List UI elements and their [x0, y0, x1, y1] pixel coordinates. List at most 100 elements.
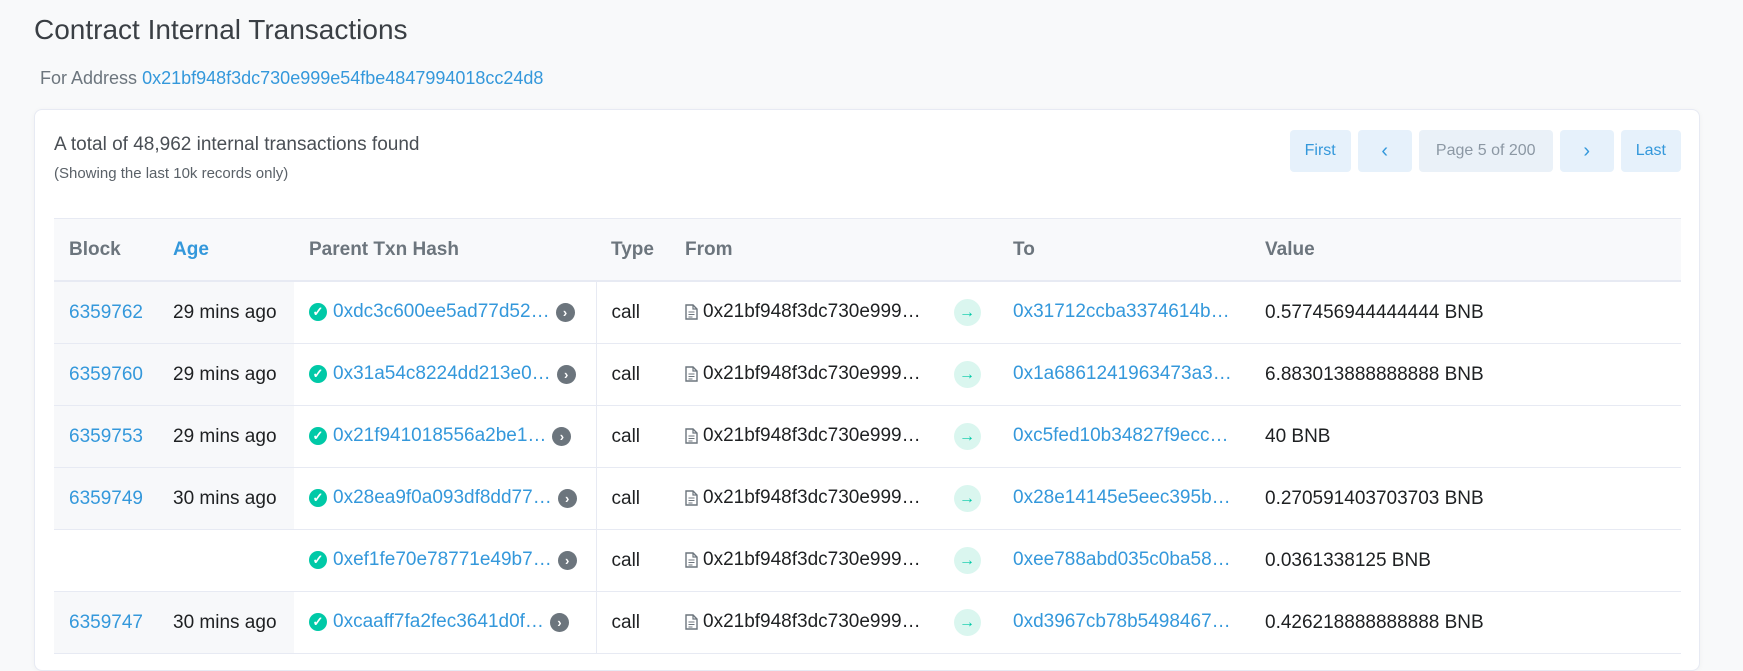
parent-hash-link[interactable]: 0xdc3c600ee5ad77d52…	[333, 301, 550, 323]
document-icon	[685, 490, 698, 507]
last-page-button[interactable]: Last	[1620, 130, 1681, 172]
chevron-right-circle-icon[interactable]: ›	[552, 426, 572, 446]
check-circle-icon: ✓	[309, 489, 327, 508]
age-cell: 30 mins ago	[158, 467, 294, 530]
block-cell: 6359762	[54, 281, 158, 344]
transactions-card: A total of 48,962 internal transactions …	[34, 109, 1700, 671]
table-row: ✓ 0xef1fe70e78771e49b7… › call 0x21bf948f3…	[54, 529, 1681, 592]
age-cell: 29 mins ago	[158, 281, 294, 344]
table-row: 6359760 29 mins ago ✓ 0x31a54c8224dd213e0…	[54, 343, 1681, 406]
type-cell: call	[596, 591, 670, 654]
arrow-right-icon: →	[953, 547, 981, 574]
chevron-right-circle-icon[interactable]: ›	[549, 612, 569, 632]
value-cell: 0.577456944444444 BNB	[1250, 281, 1681, 344]
block-link[interactable]: 6359762	[69, 302, 143, 323]
col-to: To	[998, 218, 1250, 282]
block-link[interactable]: 6359749	[69, 488, 143, 509]
parent-hash-link[interactable]: 0xcaaff7fa2fec3641d0f…	[333, 611, 544, 633]
to-cell: 0x1a6861241963473a3…	[998, 343, 1250, 406]
from-address: 0x21bf948f3dc730e999…	[703, 487, 921, 509]
to-cell: 0xc5fed10b34827f9ecc…	[998, 405, 1250, 468]
col-block: Block	[54, 218, 158, 282]
to-address-link[interactable]: 0xee788abd035c0ba58…	[1013, 549, 1231, 571]
arrow-cell: →	[936, 591, 998, 654]
next-page-button[interactable]: ›	[1559, 130, 1614, 172]
for-address-label: For Address	[40, 68, 138, 88]
type-cell: call	[596, 343, 670, 406]
value-cell: 0.0361338125 BNB	[1250, 529, 1681, 592]
document-icon	[685, 614, 698, 631]
value-cell: 0.426218888888888 BNB	[1250, 591, 1681, 654]
to-address-link[interactable]: 0x31712ccba3374614b…	[1013, 301, 1230, 323]
to-address-link[interactable]: 0x28e14145e5eec395b…	[1013, 487, 1231, 509]
document-icon	[685, 366, 698, 383]
from-address: 0x21bf948f3dc730e999…	[703, 549, 921, 571]
block-cell: 6359760	[54, 343, 158, 406]
parent-hash-link[interactable]: 0x31a54c8224dd213e0…	[333, 363, 551, 385]
page-indicator: Page 5 of 200	[1418, 130, 1553, 172]
col-arrow	[936, 218, 998, 282]
value-cell: 40 BNB	[1250, 405, 1681, 468]
to-address-link[interactable]: 0xc5fed10b34827f9ecc…	[1013, 425, 1229, 447]
check-circle-icon: ✓	[309, 365, 327, 384]
type-cell: call	[596, 281, 670, 344]
col-type: Type	[596, 218, 670, 282]
from-address: 0x21bf948f3dc730e999…	[703, 301, 921, 323]
table-row: 6359749 30 mins ago ✓ 0x28ea9f0a093df8dd7…	[54, 467, 1681, 530]
type-cell: call	[596, 529, 670, 592]
table-header: Block Age Parent Txn Hash Type From To V…	[54, 218, 1681, 282]
arrow-right-icon: →	[953, 423, 981, 450]
chevron-right-circle-icon[interactable]: ›	[557, 488, 577, 508]
block-cell: 6359753	[54, 405, 158, 468]
records-note: (Showing the last 10k records only)	[54, 165, 289, 182]
to-cell: 0xd3967cb78b5498467…	[998, 591, 1250, 654]
check-circle-icon: ✓	[309, 427, 327, 446]
parent-hash-link[interactable]: 0x21f941018556a2be1…	[333, 425, 546, 447]
table-row: 6359753 29 mins ago ✓ 0x21f941018556a2be1…	[54, 405, 1681, 468]
type-cell: call	[596, 405, 670, 468]
check-circle-icon: ✓	[309, 303, 327, 322]
from-cell: 0x21bf948f3dc730e999…	[670, 281, 936, 344]
value-cell: 0.270591403703703 BNB	[1250, 467, 1681, 530]
arrow-cell: →	[936, 405, 998, 468]
block-cell: 6359747	[54, 591, 158, 654]
block-link[interactable]: 6359760	[69, 364, 143, 385]
col-parent-hash: Parent Txn Hash	[294, 218, 596, 282]
to-address-link[interactable]: 0x1a6861241963473a3…	[1013, 363, 1232, 385]
address-link[interactable]: 0x21bf948f3dc730e999e54fbe4847994018cc24…	[142, 68, 543, 88]
parent-hash-cell: ✓ 0xcaaff7fa2fec3641d0f… ›	[294, 591, 597, 654]
arrow-cell: →	[936, 467, 998, 530]
from-cell: 0x21bf948f3dc730e999…	[670, 591, 936, 654]
from-cell: 0x21bf948f3dc730e999…	[670, 467, 936, 530]
arrow-right-icon: →	[953, 485, 981, 512]
parent-hash-cell: ✓ 0x21f941018556a2be1… ›	[294, 405, 597, 468]
document-icon	[685, 304, 698, 321]
parent-hash-cell: ✓ 0xef1fe70e78771e49b7… ›	[294, 529, 597, 592]
age-cell: 29 mins ago	[158, 343, 294, 406]
pagination: First ‹ Page 5 of 200 › Last	[1289, 130, 1681, 172]
age-cell: 29 mins ago	[158, 405, 294, 468]
parent-hash-cell: ✓ 0x28ea9f0a093df8dd77… ›	[294, 467, 597, 530]
to-cell: 0x28e14145e5eec395b…	[998, 467, 1250, 530]
arrow-cell: →	[936, 281, 998, 344]
first-page-button[interactable]: First	[1289, 130, 1351, 172]
for-address: For Address 0x21bf948f3dc730e999e54fbe48…	[40, 68, 543, 89]
table-row: 6359747 30 mins ago ✓ 0xcaaff7fa2fec3641d…	[54, 591, 1681, 654]
check-circle-icon: ✓	[309, 551, 327, 570]
chevron-right-circle-icon[interactable]: ›	[557, 550, 577, 570]
value-cell: 6.883013888888888 BNB	[1250, 343, 1681, 406]
chevron-right-circle-icon[interactable]: ›	[555, 302, 575, 322]
to-address-link[interactable]: 0xd3967cb78b5498467…	[1013, 611, 1231, 633]
parent-hash-cell: ✓ 0x31a54c8224dd213e0… ›	[294, 343, 597, 406]
parent-hash-link[interactable]: 0x28ea9f0a093df8dd77…	[333, 487, 552, 509]
prev-page-button[interactable]: ‹	[1357, 130, 1412, 172]
block-link[interactable]: 6359753	[69, 426, 143, 447]
check-circle-icon: ✓	[309, 613, 327, 632]
block-link[interactable]: 6359747	[69, 612, 143, 633]
col-from: From	[670, 218, 936, 282]
col-age[interactable]: Age	[158, 218, 294, 282]
page-title: Contract Internal Transactions	[34, 14, 408, 45]
chevron-right-circle-icon[interactable]: ›	[556, 364, 576, 384]
parent-hash-link[interactable]: 0xef1fe70e78771e49b7…	[333, 549, 552, 571]
arrow-cell: →	[936, 529, 998, 592]
